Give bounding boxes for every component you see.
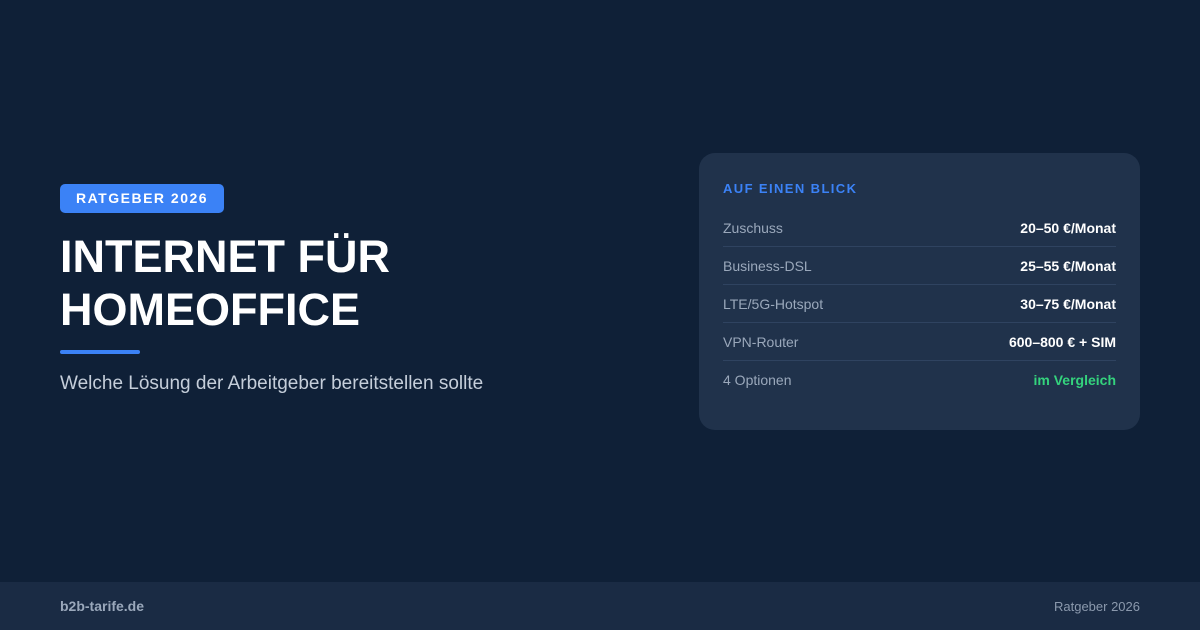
summary-row-value: 600–800 € + SIM [1008,333,1116,350]
summary-row-value: 20–50 €/Monat [1020,219,1116,236]
summary-row-value: 30–75 €/Monat [1020,295,1116,312]
summary-row-label: Zuschuss [723,219,783,236]
footer-bar: b2b-tarife.de Ratgeber 2026 [0,582,1200,630]
footer-meta: Ratgeber 2026 [1053,598,1140,614]
page-title: INTERNET FÜR HOMEOFFICE [60,230,620,336]
summary-card: AUF EINEN BLICK Zuschuss 20–50 €/Monat B… [699,153,1140,430]
title-line-1: INTERNET FÜR [60,231,390,282]
summary-row-label: LTE/5G-Hotspot [723,295,824,312]
footer-domain: b2b-tarife.de [60,598,145,614]
category-badge: RATGEBER 2026 [60,184,225,213]
summary-row-value-highlight: im Vergleich [1033,372,1116,388]
summary-card-title: AUF EINEN BLICK [723,181,858,196]
summary-row-label: Business-DSL [723,257,812,274]
summary-row-lte-hotspot: LTE/5G-Hotspot 30–75 €/Monat [723,285,1116,323]
summary-row-business-dsl: Business-DSL 25–55 €/Monat [723,247,1116,285]
title-line-2: HOMEOFFICE [60,284,360,335]
summary-row-options: 4 Optionen im Vergleich [723,361,1116,399]
summary-row-label: VPN-Router [723,333,799,350]
summary-row-value: 25–55 €/Monat [1020,257,1116,274]
subtitle: Welche Lösung der Arbeitgeber bereitstel… [60,373,484,394]
summary-row-zuschuss: Zuschuss 20–50 €/Monat [723,209,1116,247]
summary-row-label: 4 Optionen [723,372,792,388]
summary-row-vpn-router: VPN-Router 600–800 € + SIM [723,323,1116,361]
accent-divider [60,350,140,354]
